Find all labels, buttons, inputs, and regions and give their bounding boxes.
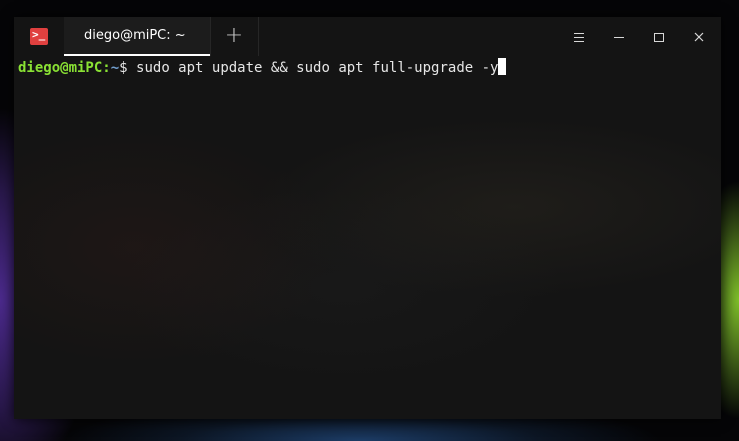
new-tab-divider xyxy=(258,17,259,56)
terminal-output[interactable]: diego@miPC:~$ sudo apt update && sudo ap… xyxy=(18,58,718,415)
tab-divider xyxy=(210,17,211,56)
maximize-button[interactable] xyxy=(648,27,670,47)
minimize-button[interactable] xyxy=(608,27,630,47)
close-button[interactable] xyxy=(688,27,710,47)
command-input[interactable]: sudo apt update && sudo apt full-upgrade… xyxy=(128,60,498,76)
terminal-window: >_ diego@miPC: ~ + diego@miPC:~$ sudo ap… xyxy=(14,17,721,419)
terminal-icon-glyph: >_ xyxy=(32,28,46,41)
text-cursor xyxy=(498,58,507,75)
terminal-icon: >_ xyxy=(30,28,48,45)
title-bar[interactable]: >_ diego@miPC: ~ + xyxy=(14,17,721,56)
new-tab-button[interactable]: + xyxy=(220,25,248,49)
tab-terminal[interactable]: diego@miPC: ~ xyxy=(64,17,210,56)
close-icon xyxy=(694,32,704,42)
prompt-user: diego@miPC xyxy=(18,60,103,76)
tab-title: diego@miPC: ~ xyxy=(84,28,186,43)
prompt-symbol: $ xyxy=(119,60,128,76)
menu-button[interactable] xyxy=(568,27,590,47)
prompt-colon: : xyxy=(102,60,111,76)
prompt-path: ~ xyxy=(110,60,120,76)
plus-icon: + xyxy=(224,23,244,48)
